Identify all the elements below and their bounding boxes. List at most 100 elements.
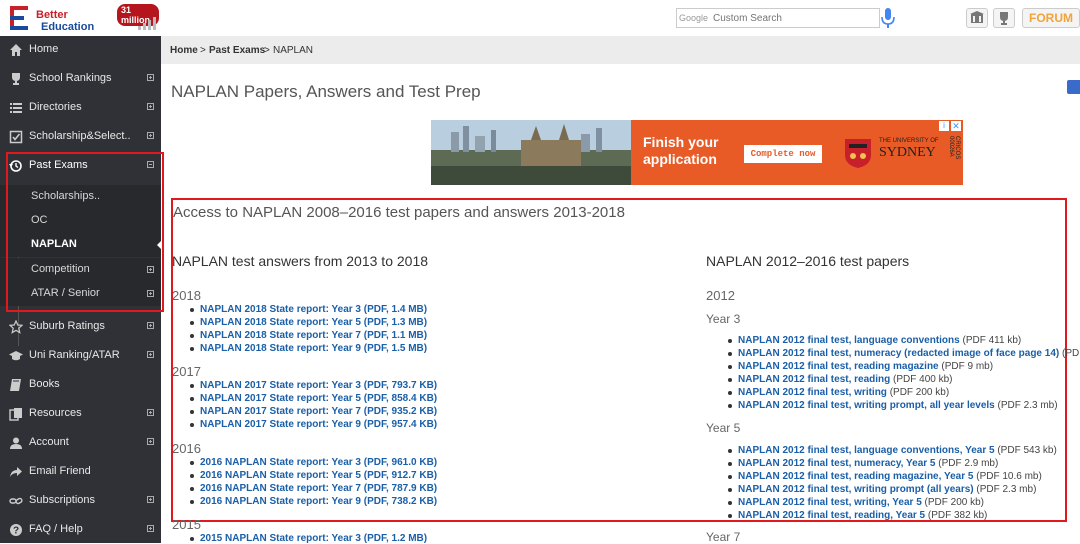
pdf-link[interactable]: NAPLAN 2012 final test, writing, Year 5 … [727, 497, 985, 508]
pdf-link-text[interactable]: NAPLAN 2012 final test, reading magazine [738, 361, 939, 372]
top-bar: Better Education 31 million Google FORUM [0, 0, 1080, 37]
pdf-link[interactable]: 2016 NAPLAN State report: Year 9 (PDF, 7… [189, 496, 437, 507]
expand-icon[interactable] [147, 438, 154, 445]
pdf-link-text[interactable]: 2016 NAPLAN State report: Year 7 (PDF, 7… [200, 483, 437, 494]
svg-text:?: ? [13, 526, 19, 537]
sidebar-label: Home [29, 43, 59, 55]
trophy-icon [12, 73, 20, 85]
expand-icon[interactable] [147, 525, 154, 532]
pdf-link-text[interactable]: 2015 NAPLAN State report: Year 3 (PDF, 1… [200, 533, 427, 544]
pdf-link-text[interactable]: 2016 NAPLAN State report: Year 5 (PDF, 9… [200, 470, 437, 481]
facebook-share-icon[interactable] [1067, 80, 1080, 94]
search-input[interactable] [713, 11, 873, 25]
expand-icon[interactable] [147, 496, 154, 503]
left-column-heading: NAPLAN test answers from 2013 to 2018 [172, 253, 429, 269]
pdf-link[interactable]: NAPLAN 2018 State report: Year 5 (PDF, 1… [189, 317, 427, 328]
forum-button[interactable]: FORUM [1022, 8, 1080, 28]
pdf-link[interactable]: 2016 NAPLAN State report: Year 3 (PDF, 9… [189, 457, 437, 468]
pdf-link-text[interactable]: NAPLAN 2012 final test, writing [738, 387, 887, 398]
pdf-link-text[interactable]: 2016 NAPLAN State report: Year 9 (PDF, 7… [200, 496, 437, 507]
breadcrumb-past-exams[interactable]: Past Exams [209, 45, 265, 56]
help-icon: ? [10, 524, 22, 537]
ad-banner[interactable]: Finish your application Complete now THE… [431, 120, 963, 185]
ad-close-icon[interactable]: ✕ [951, 121, 961, 131]
pdf-link[interactable]: NAPLAN 2017 State report: Year 5 (PDF, 8… [189, 393, 437, 404]
expand-icon[interactable] [147, 409, 154, 416]
pdf-link[interactable]: NAPLAN 2017 State report: Year 9 (PDF, 9… [189, 419, 437, 430]
pdf-link-text[interactable]: NAPLAN 2012 final test, writing, Year 5 [738, 497, 922, 508]
pdf-link[interactable]: NAPLAN 2012 final test, reading, Year 5 … [727, 510, 987, 521]
trophy-button[interactable] [993, 8, 1015, 28]
expand-icon[interactable] [147, 74, 154, 81]
pdf-link-text[interactable]: NAPLAN 2017 State report: Year 5 (PDF, 8… [200, 393, 437, 404]
school-icon-button[interactable] [966, 8, 988, 28]
sidebar-item-scholarship-select[interactable]: Scholarship&Select.. [0, 123, 161, 151]
pdf-link-text[interactable]: NAPLAN 2012 final test, numeracy (redact… [738, 348, 1059, 359]
sidebar-label: Email Friend [29, 465, 91, 477]
pdf-link-text[interactable]: 2016 NAPLAN State report: Year 3 (PDF, 9… [200, 457, 437, 468]
expand-icon[interactable] [147, 351, 154, 358]
pdf-link[interactable]: NAPLAN 2012 final test, language convent… [727, 335, 1021, 346]
pdf-link[interactable]: NAPLAN 2012 final test, reading (PDF 400… [728, 374, 953, 385]
pdf-link[interactable]: 2016 NAPLAN State report: Year 5 (PDF, 9… [189, 470, 437, 481]
pdf-link[interactable]: NAPLAN 2018 State report: Year 7 (PDF, 1… [189, 330, 427, 341]
expand-icon[interactable] [147, 132, 154, 139]
pdf-link[interactable]: 2016 NAPLAN State report: Year 7 (PDF, 7… [189, 483, 437, 494]
pdf-link[interactable]: NAPLAN 2012 final test, writing prompt (… [727, 484, 1036, 495]
pdf-link-text[interactable]: NAPLAN 2012 final test, reading, Year 5 [738, 510, 925, 521]
sidebar-item-school-rankings[interactable]: School Rankings [0, 65, 161, 93]
sidebar-item-resources[interactable]: Resources [0, 400, 161, 428]
microphone-icon[interactable] [880, 7, 896, 29]
sidebar-item-account[interactable]: Account [0, 429, 161, 457]
pdf-link-text[interactable]: NAPLAN 2017 State report: Year 7 (PDF, 9… [200, 406, 437, 417]
pdf-link-text[interactable]: NAPLAN 2012 final test, reading magazine… [738, 471, 973, 482]
sidebar-item-directories[interactable]: Directories [0, 94, 161, 122]
expand-icon[interactable] [147, 322, 154, 329]
pdf-size: (PDF 200 kb) [921, 497, 985, 508]
ad-info-icon[interactable]: i [939, 121, 949, 131]
sidebar-item-subscriptions[interactable]: Subscriptions [0, 487, 161, 515]
sidebar-label: Directories [29, 101, 82, 113]
pdf-link-text[interactable]: NAPLAN 2017 State report: Year 9 (PDF, 9… [200, 419, 437, 430]
pdf-link-text[interactable]: NAPLAN 2017 State report: Year 3 (PDF, 7… [200, 380, 437, 391]
sidebar-item-faq-help[interactable]: ? FAQ / Help [0, 516, 161, 544]
pdf-link-text[interactable]: NAPLAN 2012 final test, reading [738, 374, 890, 385]
pdf-link-text[interactable]: NAPLAN 2012 final test, language convent… [738, 445, 995, 456]
pdf-link-text[interactable]: NAPLAN 2012 final test, language convent… [738, 335, 960, 346]
search-box[interactable]: Google [676, 8, 880, 28]
breadcrumb-home[interactable]: Home [170, 45, 198, 56]
sidebar-label: Account [29, 436, 69, 448]
pdf-link[interactable]: NAPLAN 2018 State report: Year 3 (PDF, 1… [189, 304, 427, 315]
visitors-badge: 31 million [117, 4, 159, 30]
pdf-link[interactable]: 2015 NAPLAN State report: Year 3 (PDF, 1… [189, 533, 427, 544]
pdf-link[interactable]: NAPLAN 2017 State report: Year 7 (PDF, 9… [189, 406, 437, 417]
user-icon [10, 437, 22, 449]
sidebar-item-email-friend[interactable]: Email Friend [0, 458, 161, 486]
sidebar-item-suburb-ratings[interactable]: Suburb Ratings [0, 313, 161, 341]
pdf-link[interactable]: NAPLAN 2012 final test, writing prompt, … [728, 400, 1058, 411]
pdf-link[interactable]: NAPLAN 2017 State report: Year 3 (PDF, 7… [189, 380, 437, 391]
access-heading: Access to NAPLAN 2008–2016 test papers a… [173, 204, 625, 221]
sidebar-item-uni-ranking[interactable]: Uni Ranking/ATAR [0, 342, 161, 370]
pdf-link-text[interactable]: NAPLAN 2018 State report: Year 5 (PDF, 1… [200, 317, 427, 328]
sidebar-label: Subscriptions [29, 494, 96, 506]
ad-complete-now-button[interactable]: Complete now [744, 145, 822, 163]
sidebar-item-home[interactable]: Home [0, 36, 161, 64]
pdf-link[interactable]: NAPLAN 2012 final test, reading magazine… [727, 361, 993, 372]
university-crest-icon [845, 139, 871, 168]
pdf-link-text[interactable]: NAPLAN 2018 State report: Year 9 (PDF, 1… [200, 343, 427, 354]
pdf-link[interactable]: NAPLAN 2012 final test, numeracy, Year 5… [727, 458, 998, 469]
pdf-link-text[interactable]: NAPLAN 2012 final test, writing prompt (… [738, 484, 974, 495]
pdf-link-text[interactable]: NAPLAN 2012 final test, writing prompt, … [738, 400, 995, 411]
sidebar-item-books[interactable]: Books [0, 371, 161, 399]
pdf-link[interactable]: NAPLAN 2012 final test, writing (PDF 200… [727, 387, 949, 398]
trophy-icon [1000, 12, 1008, 25]
expand-icon[interactable] [147, 103, 154, 110]
pdf-link[interactable]: NAPLAN 2012 final test, numeracy (redact… [727, 348, 1080, 359]
pdf-link-text[interactable]: NAPLAN 2018 State report: Year 7 (PDF, 1… [200, 330, 427, 341]
pdf-link[interactable]: NAPLAN 2018 State report: Year 9 (PDF, 1… [189, 343, 427, 354]
pdf-link-text[interactable]: NAPLAN 2012 final test, numeracy, Year 5 [738, 458, 936, 469]
pdf-link-text[interactable]: NAPLAN 2018 State report: Year 3 (PDF, 1… [200, 304, 427, 315]
pdf-link[interactable]: NAPLAN 2012 final test, language convent… [728, 445, 1057, 456]
pdf-link[interactable]: NAPLAN 2012 final test, reading magazine… [728, 471, 1042, 482]
